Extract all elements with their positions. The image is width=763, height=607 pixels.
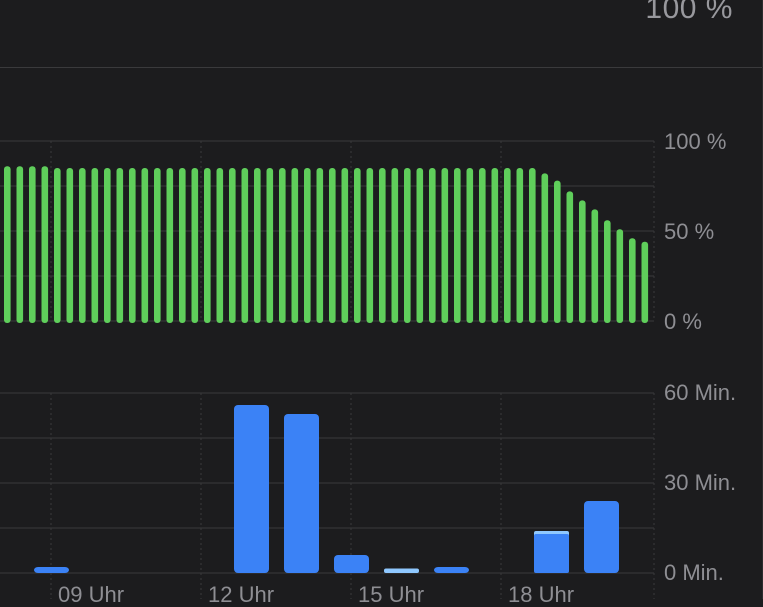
screen-time-bar xyxy=(234,405,269,573)
battery-axis-label-50: 50 % xyxy=(664,219,715,244)
battery-level-bar xyxy=(341,168,349,323)
battery-level-bar xyxy=(191,168,199,323)
screen-time-bar xyxy=(434,567,469,573)
battery-level-bar xyxy=(291,168,299,323)
battery-level-bar xyxy=(504,168,511,323)
battery-level-bar xyxy=(491,168,499,323)
battery-level-bar xyxy=(91,168,99,323)
battery-level-bar xyxy=(566,191,574,323)
battery-level-bar xyxy=(104,168,111,323)
battery-level-bar xyxy=(454,168,461,323)
battery-level-bar xyxy=(354,168,361,323)
battery-level-bar xyxy=(179,168,186,323)
screen-time-bar xyxy=(584,501,619,573)
battery-level-bar xyxy=(416,168,424,323)
battery-level-bar xyxy=(429,168,436,323)
battery-level-bar xyxy=(616,229,624,323)
battery-level-bar xyxy=(116,168,124,323)
battery-axis-label-100: 100 % xyxy=(664,129,727,154)
battery-level-bar xyxy=(641,241,649,323)
battery-level-bar xyxy=(304,168,311,323)
battery-level-bar xyxy=(54,168,61,323)
activity-axis-label-30: 30 Min. xyxy=(664,470,737,495)
activity-axis-label-0: 0 Min. xyxy=(664,560,724,585)
screen-time-bar xyxy=(284,414,319,573)
x-axis-label-09: 09 Uhr xyxy=(58,582,125,607)
battery-level-bar xyxy=(404,168,411,323)
battery-level-bar xyxy=(441,168,449,323)
battery-level-bar xyxy=(16,166,24,323)
usage-charts xyxy=(0,140,655,599)
battery-level-bar xyxy=(29,166,36,323)
battery-level-bar xyxy=(254,168,261,323)
battery-level-bar xyxy=(141,168,149,323)
x-axis-label-12: 12 Uhr xyxy=(208,582,275,607)
battery-level-bar xyxy=(591,209,599,323)
battery-level-bar xyxy=(366,168,374,323)
battery-level-bar xyxy=(329,168,336,323)
battery-level-bar xyxy=(379,168,386,323)
battery-level-bar xyxy=(241,168,249,323)
battery-level-bar xyxy=(391,168,399,323)
battery-level-bar xyxy=(154,168,161,323)
battery-level-bar xyxy=(4,166,11,323)
battery-level-bar xyxy=(279,168,286,323)
x-axis-label-18: 18 Uhr xyxy=(508,582,575,607)
battery-level-bar xyxy=(41,166,49,323)
battery-level-bar xyxy=(466,168,474,323)
battery-level-bar xyxy=(66,168,74,323)
battery-axis-label-0: 0 % xyxy=(664,309,702,334)
screen-time-bar xyxy=(534,534,569,573)
battery-level-bar xyxy=(541,173,549,323)
battery-level-bar xyxy=(204,168,211,323)
battery-level-bar xyxy=(79,168,86,323)
battery-level-bar xyxy=(604,220,611,323)
screen-time-bar xyxy=(34,567,69,573)
battery-level-bar xyxy=(266,168,274,323)
battery-level-bar xyxy=(479,168,486,323)
battery-level-bar xyxy=(166,168,174,323)
battery-level-bar xyxy=(629,238,636,323)
battery-level-bar xyxy=(216,168,224,323)
screen-time-bar xyxy=(334,555,369,573)
activity-axis-label-60: 60 Min. xyxy=(664,380,737,405)
battery-level-bar xyxy=(516,168,524,323)
battery-level-bar xyxy=(554,180,561,323)
battery-level-bar xyxy=(579,200,586,323)
battery-level-bar xyxy=(129,168,136,323)
battery-level-bar xyxy=(316,168,324,323)
screen-time-idle-bar xyxy=(384,568,419,573)
battery-level-bar xyxy=(529,168,536,323)
x-axis-label-15: 15 Uhr xyxy=(358,582,425,607)
battery-level-bar xyxy=(229,168,236,323)
